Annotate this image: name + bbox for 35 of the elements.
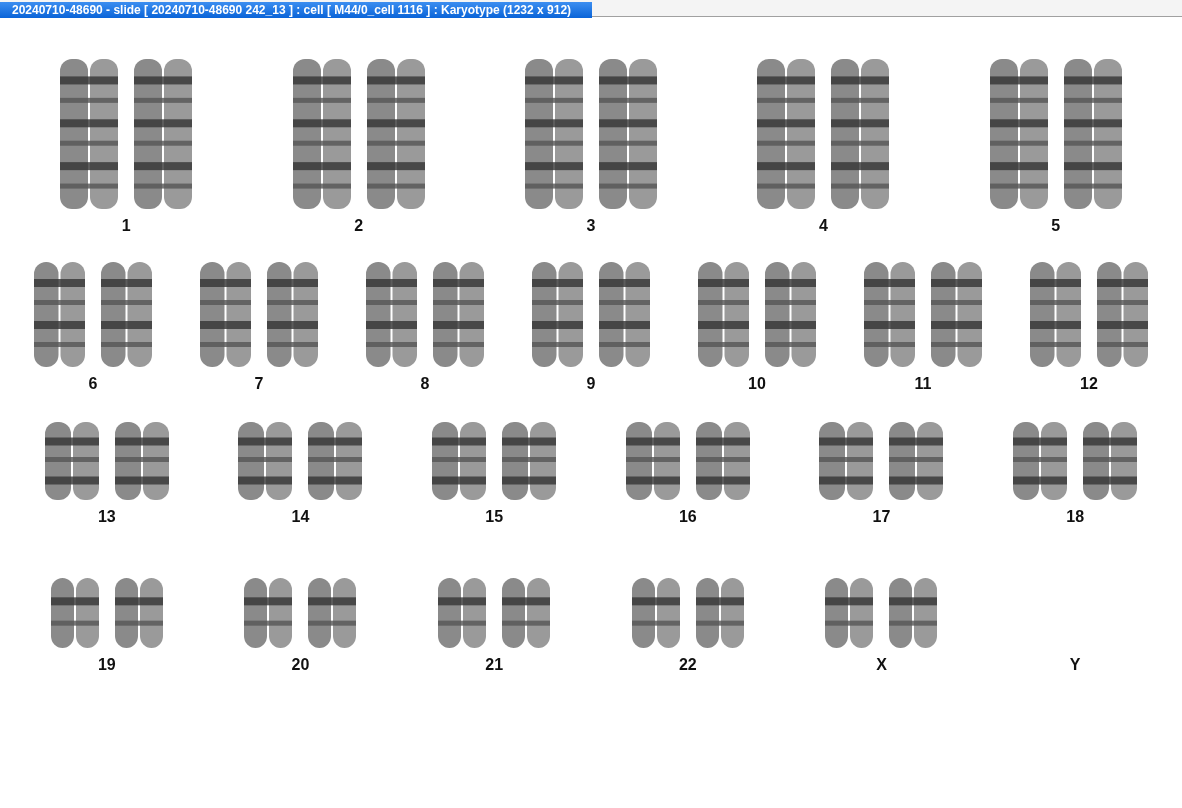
chromosome-number: 11 <box>914 375 932 393</box>
chromosome-drawing <box>436 578 489 648</box>
chromosome-drawing <box>693 578 746 648</box>
chromosome-drawing <box>306 578 359 648</box>
chromosome-number: X <box>876 656 887 674</box>
chromosome-number: 15 <box>485 508 504 526</box>
chromosome-drawing <box>242 578 295 648</box>
chromosome-number: 12 <box>1080 375 1098 393</box>
chromosome-drawing <box>48 578 101 648</box>
chromosome-number: 8 <box>420 375 430 393</box>
chromosome-number: 21 <box>485 656 504 674</box>
chromosome-number: 20 <box>291 656 310 674</box>
chromosome-number: Y <box>1069 656 1081 674</box>
chromosome-number: 14 <box>291 508 310 526</box>
chromosome-number: 18 <box>1066 508 1085 526</box>
chromosome-number: 3 <box>586 217 596 235</box>
window-title: 20240710-48690 - slide [ 20240710-48690 242_13 ] : cell [ M44/0_cell 1116 ] : Karyotype (1232 x 912) <box>0 2 592 18</box>
chromosome-number: 5 <box>1051 217 1061 235</box>
chromosome-number: 9 <box>586 375 596 393</box>
chromosome-number: 10 <box>748 375 766 393</box>
chromosome-number: 22 <box>678 656 697 674</box>
chromosome-number: 13 <box>97 508 116 526</box>
chromosome-number: 6 <box>88 375 98 393</box>
chromosome-number: 17 <box>872 508 891 526</box>
chromosome-drawing <box>629 578 682 648</box>
chromosome-number: 2 <box>354 217 364 235</box>
chromosome-drawing <box>823 578 876 648</box>
chromosome-drawing <box>112 578 165 648</box>
chromosome-drawing <box>887 578 940 648</box>
chromosome-number: 16 <box>678 508 697 526</box>
chromosome-number: 19 <box>97 656 116 674</box>
chromosome-drawing <box>500 578 553 648</box>
chromosome-number: 7 <box>254 375 264 393</box>
chromosome-number: 4 <box>818 217 828 235</box>
chromosome-number: 1 <box>121 217 131 235</box>
